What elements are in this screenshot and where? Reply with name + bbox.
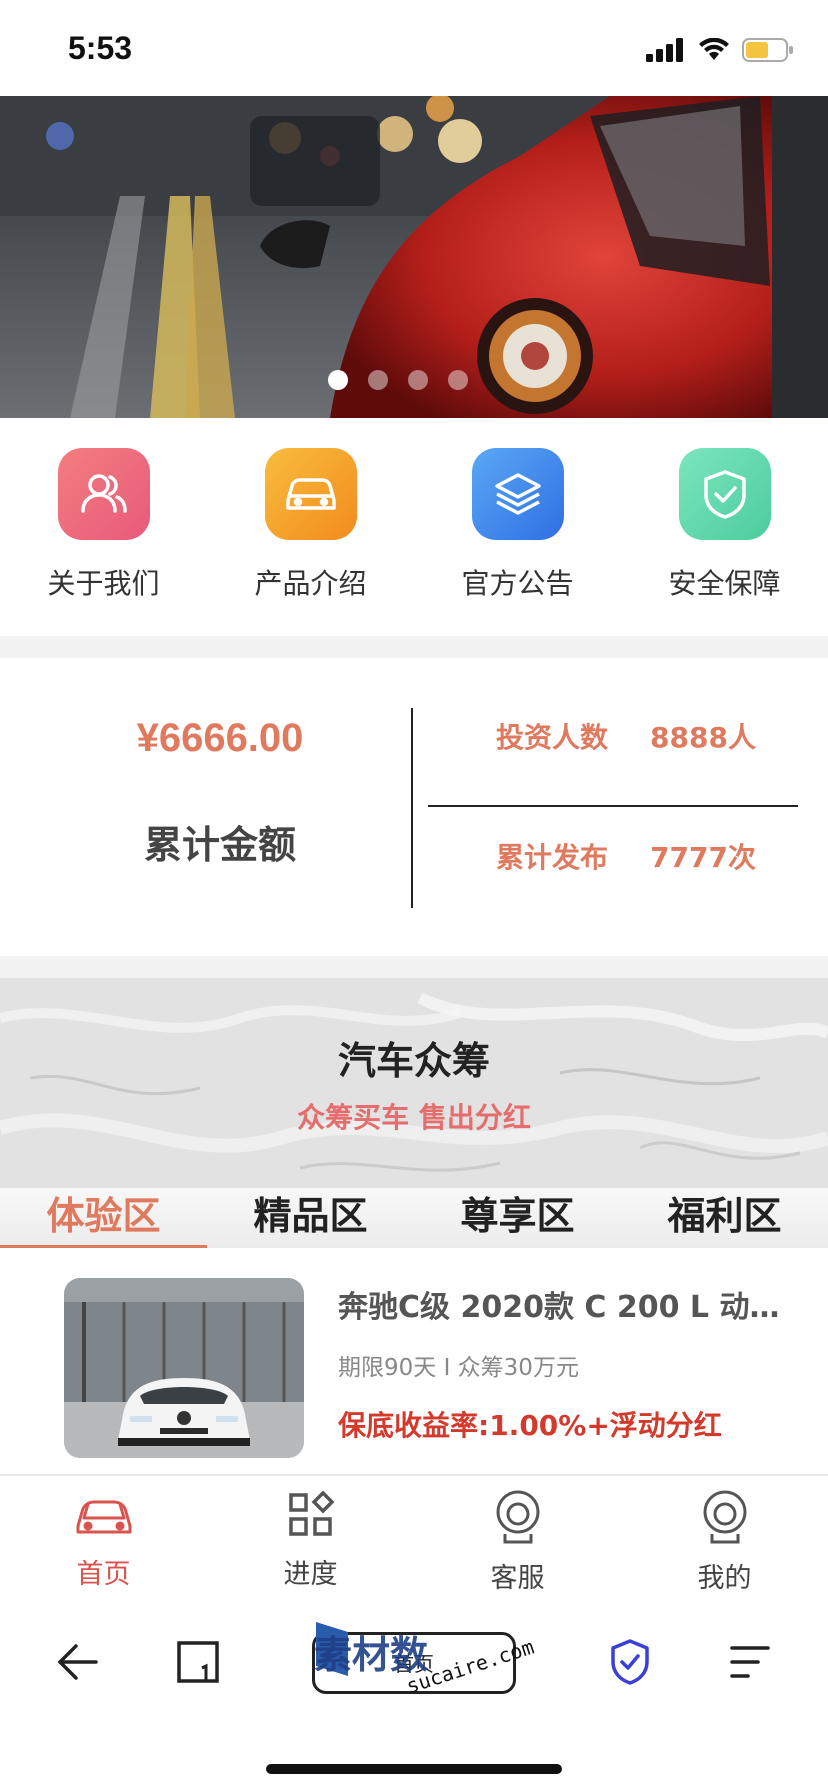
carousel-dot[interactable] — [408, 370, 428, 390]
section-divider — [0, 956, 828, 978]
stat-investors-label: 投资人数 — [496, 721, 609, 754]
quick-nav-label: 产品介绍 — [254, 567, 367, 600]
zone-tabs: 体验区 精品区 尊享区 福利区 — [0, 1188, 828, 1250]
tab-welfare[interactable]: 福利区 — [621, 1188, 828, 1248]
tabs-icon[interactable] — [176, 1640, 220, 1684]
tabbar-label: 首页 — [76, 1559, 131, 1590]
stat-investors: 投资人数 8888人 — [496, 716, 756, 756]
tabbar-label: 客服 — [490, 1563, 545, 1594]
banner-carousel[interactable] — [0, 96, 828, 418]
tabbar-mine[interactable]: 我的 — [621, 1476, 828, 1604]
layers-icon — [471, 448, 564, 540]
support-icon — [496, 1490, 539, 1544]
carousel-dot[interactable] — [448, 370, 468, 390]
quick-nav-label: 官方公告 — [461, 567, 574, 600]
crowdfunding-header: 汽车众筹 众筹买车 售出分红 — [0, 978, 828, 1188]
product-title: 奔驰C级 2020款 C 200 L 动感型运动版 — [338, 1290, 798, 1325]
back-arrow-icon[interactable] — [56, 1642, 100, 1682]
crowdfunding-title: 汽车众筹 — [337, 1039, 490, 1083]
quick-nav-label: 关于我们 — [47, 567, 160, 600]
browser-toolbar: 首页 素材数 sucaire.com — [0, 1604, 828, 1792]
carousel-dots — [328, 370, 468, 390]
status-time: 5:53 — [68, 30, 133, 66]
stat-published-label: 累计发布 — [496, 841, 609, 874]
quick-nav-notices[interactable]: 官方公告 — [414, 418, 621, 636]
tabbar-progress[interactable]: 进度 — [207, 1476, 414, 1604]
menu-icon[interactable] — [728, 1644, 772, 1680]
quick-nav: 关于我们 产品介绍 官方公告 安全保障 — [0, 418, 828, 636]
browser-home-button[interactable]: 首页 — [312, 1632, 516, 1694]
quick-nav-products[interactable]: 产品介绍 — [207, 418, 414, 636]
grid-icon — [288, 1490, 334, 1536]
quick-nav-about[interactable]: 关于我们 — [0, 418, 207, 636]
total-amount-label: 累计金额 — [143, 823, 296, 867]
stats-total: ¥6666.00 累计金额 — [0, 658, 412, 956]
product-term: 期限90天 I 众筹30万元 — [338, 1355, 579, 1381]
shield-check-icon — [678, 448, 771, 540]
stats-horizontal-divider — [428, 805, 798, 807]
stats-panel: ¥6666.00 累计金额 投资人数 8888人 累计发布 7777次 — [0, 658, 828, 956]
signal-icon — [646, 38, 683, 62]
stats-vertical-divider — [411, 708, 413, 908]
status-bar: 5:53 — [0, 0, 828, 96]
tab-experience[interactable]: 体验区 — [0, 1188, 207, 1250]
product-card[interactable]: 奔驰C级 2020款 C 200 L 动感型运动版 期限90天 I 众筹30万元… — [0, 1248, 828, 1474]
car-icon — [76, 1500, 131, 1534]
quick-nav-label: 安全保障 — [668, 567, 781, 600]
stat-published: 累计发布 7777次 — [496, 836, 756, 876]
users-icon — [57, 448, 150, 540]
tab-premium[interactable]: 精品区 — [207, 1188, 414, 1248]
wifi-icon — [699, 38, 729, 60]
stat-published-value: 7777次 — [650, 841, 756, 874]
product-yield: 保底收益率:1.00%+浮动分红 — [338, 1409, 722, 1442]
bottom-tab-bar: 首页 进度 客服 我的 — [0, 1474, 828, 1604]
tab-exclusive[interactable]: 尊享区 — [414, 1188, 621, 1248]
stat-investors-value: 8888人 — [650, 721, 756, 754]
product-image — [64, 1278, 304, 1458]
total-amount: ¥6666.00 — [136, 716, 304, 760]
quick-nav-security[interactable]: 安全保障 — [621, 418, 828, 636]
status-icons — [646, 36, 794, 64]
profile-icon — [703, 1490, 746, 1544]
section-divider — [0, 636, 828, 658]
shield-check-icon[interactable] — [608, 1638, 652, 1686]
crowdfunding-subtitle: 众筹买车 售出分红 — [297, 1101, 531, 1134]
car-icon — [264, 448, 357, 540]
tabbar-home[interactable]: 首页 — [0, 1476, 207, 1604]
tabbar-label: 我的 — [697, 1563, 752, 1594]
tabbar-support[interactable]: 客服 — [414, 1476, 621, 1604]
carousel-dot[interactable] — [368, 370, 388, 390]
battery-icon — [742, 38, 793, 62]
home-indicator — [266, 1764, 562, 1774]
tabbar-label: 进度 — [283, 1559, 338, 1590]
carousel-dot[interactable] — [328, 370, 348, 390]
